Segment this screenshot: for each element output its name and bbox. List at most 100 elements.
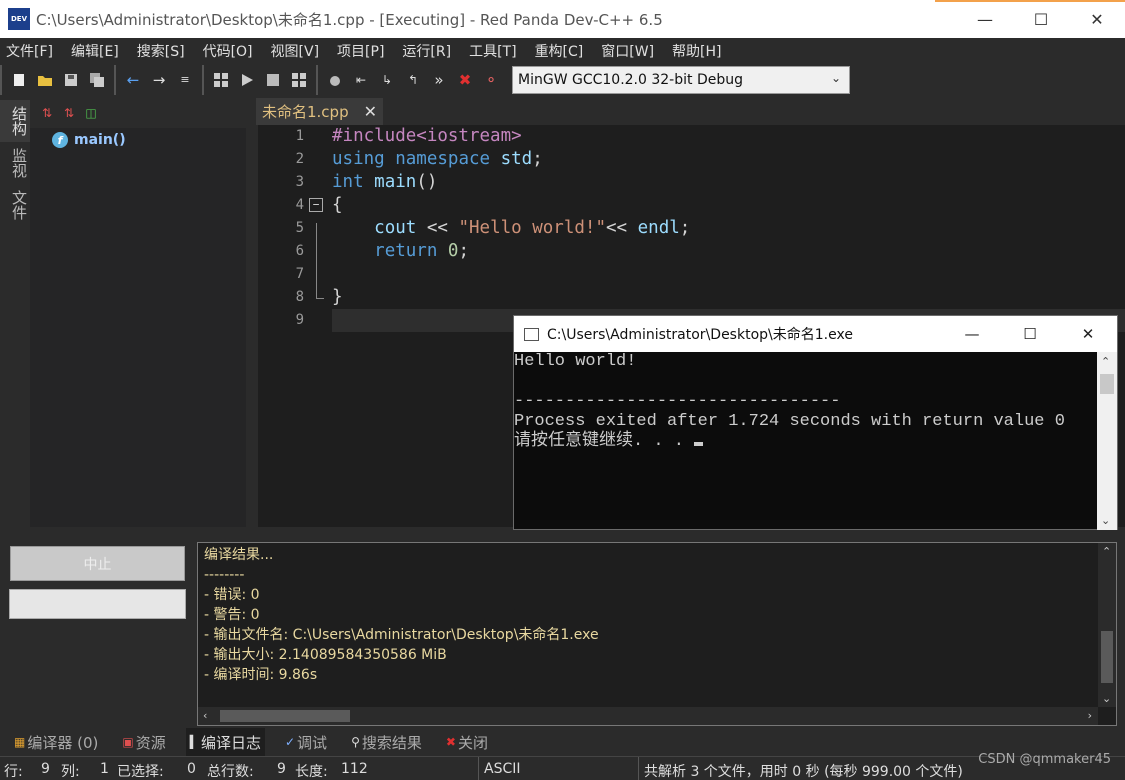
menu-view[interactable]: 视图[V] (271, 41, 320, 61)
status-total-label: 总行数: (207, 764, 254, 780)
status-col-label: 列: (61, 764, 80, 780)
tab-structure[interactable]: 结构 (0, 100, 30, 142)
line-number: 3 (295, 174, 304, 190)
menu-project[interactable]: 项目[P] (337, 41, 384, 61)
console-window[interactable]: C:\Users\Administrator\Desktop\未命名1.exe … (513, 315, 1118, 530)
debug-bug-icon[interactable] (322, 67, 348, 93)
line-number: 6 (295, 243, 304, 259)
tab-watch[interactable]: 监视 (0, 142, 30, 184)
status-encoding[interactable]: ASCII (484, 761, 521, 777)
log-line: - 错误: 0 (204, 587, 260, 603)
log-vertical-scrollbar[interactable]: ⌃ ⌄ (1098, 543, 1116, 707)
save-all-icon[interactable] (84, 67, 110, 93)
stop-icon[interactable] (260, 67, 286, 93)
scroll-down-icon[interactable]: ⌄ (1102, 692, 1111, 705)
structure-item-main[interactable]: f main() (52, 132, 246, 148)
continue-icon[interactable]: » (426, 67, 452, 93)
stop-debug-icon[interactable]: ✖ (452, 67, 478, 93)
add-watch-icon[interactable]: ⚬ (478, 67, 504, 93)
console-maximize-button[interactable]: ☐ (1001, 316, 1059, 352)
abort-button[interactable]: 中止 (10, 546, 185, 581)
app-icon: DEV (8, 8, 30, 30)
tab-compiler[interactable]: ▦ 编译器 (0) (10, 728, 102, 756)
console-scrollbar[interactable]: ⌃ ⌄ (1097, 352, 1117, 530)
scroll-up-icon[interactable]: ⌃ (1101, 355, 1110, 368)
step-out-icon[interactable]: ↰ (400, 67, 426, 93)
fold-toggle-icon[interactable]: − (309, 198, 323, 212)
tab-resources-label: 资源 (135, 733, 166, 752)
console-title-bar: C:\Users\Administrator\Desktop\未命名1.exe … (514, 316, 1117, 352)
compile-icon[interactable] (208, 67, 234, 93)
tab-debug-label: 调试 (297, 733, 328, 752)
menu-edit[interactable]: 编辑[E] (71, 41, 119, 61)
compiler-select[interactable]: MinGW GCC10.2.0 32-bit Debug ⌄ (512, 65, 850, 94)
menu-help[interactable]: 帮助[H] (672, 41, 721, 61)
grid-icon: ▦ (14, 735, 26, 749)
compile-log[interactable]: 编译结果... -------- - 错误: 0 - 警告: 0 - 输出文件名… (197, 542, 1117, 726)
function-icon: f (52, 132, 68, 148)
menu-search[interactable]: 搜索[S] (137, 41, 185, 61)
scroll-down-icon[interactable]: ⌄ (1101, 514, 1110, 527)
console-minimize-button[interactable]: — (943, 316, 1001, 352)
code-line: 5 cout << "Hello world!"<< endl; (258, 217, 1125, 240)
scroll-left-icon[interactable]: ‹ (203, 709, 207, 722)
scroll-right-icon[interactable]: › (1088, 709, 1092, 722)
step-over-icon[interactable]: ⇤ (348, 67, 374, 93)
menu-tools[interactable]: 工具[T] (469, 41, 516, 61)
menu-refactor[interactable]: 重构[C] (535, 41, 584, 61)
editor-tab-bar: 未命名1.cpp ✕ (256, 98, 1125, 125)
toolbar-nav-group: ← → ≡ (114, 64, 200, 95)
step-into-icon[interactable]: ↳ (374, 67, 400, 93)
new-file-icon[interactable] (6, 67, 32, 93)
structure-panel: ⇅ ⇅ ◫ f main() (30, 98, 246, 527)
tab-compile-log[interactable]: ▍ 编译日志 (185, 728, 265, 756)
forward-arrow-icon[interactable]: → (146, 67, 172, 93)
log-horizontal-scrollbar[interactable]: ‹ › (198, 707, 1098, 725)
close-icon[interactable]: ✕ (364, 102, 377, 121)
scroll-thumb[interactable] (1101, 631, 1113, 683)
bar-chart-icon: ▍ (189, 735, 199, 749)
console-close-button[interactable]: ✕ (1059, 316, 1117, 352)
tree-icon[interactable]: ◫ (80, 100, 102, 126)
menu-file[interactable]: 文件[F] (6, 41, 53, 61)
editor-tab[interactable]: 未命名1.cpp ✕ (256, 98, 383, 125)
sort-alpha-icon[interactable]: ⇅ (58, 100, 80, 126)
window-title: C:\Users\Administrator\Desktop\未命名1.cpp … (36, 10, 663, 29)
scroll-thumb[interactable] (1100, 374, 1114, 394)
status-col-value: 1 (100, 761, 109, 777)
toolbar-run-group (202, 64, 314, 95)
editor-tab-label: 未命名1.cpp (262, 103, 349, 121)
console-line: -------------------------------- (514, 392, 841, 411)
compile-progress-bar (9, 589, 186, 619)
scroll-thumb[interactable] (220, 710, 350, 722)
status-selected-label: 已选择: (117, 764, 164, 780)
tab-close[interactable]: ✖ 关闭 (442, 728, 492, 756)
console-title: C:\Users\Administrator\Desktop\未命名1.exe (547, 327, 853, 343)
structure-item-label: main() (74, 132, 126, 148)
tab-debug[interactable]: ✓ 调试 (281, 728, 331, 756)
menu-window[interactable]: 窗口[W] (601, 41, 654, 61)
code-line: 3 int main() (258, 171, 1125, 194)
close-button[interactable]: ✕ (1069, 0, 1125, 38)
menu-code[interactable]: 代码[O] (203, 41, 253, 61)
structure-tree: f main() (30, 128, 246, 527)
status-length-value: 112 (341, 761, 368, 777)
tab-resources[interactable]: ▣ 资源 (118, 728, 169, 756)
tab-search-results[interactable]: ⚲ 搜索结果 (347, 728, 426, 756)
status-row-value: 9 (41, 761, 50, 777)
save-icon[interactable] (58, 67, 84, 93)
menu-run[interactable]: 运行[R] (402, 41, 451, 61)
tab-search-results-label: 搜索结果 (361, 733, 422, 752)
compile-run-icon[interactable] (286, 67, 312, 93)
back-arrow-icon[interactable]: ← (120, 67, 146, 93)
scroll-up-icon[interactable]: ⌃ (1102, 545, 1111, 558)
open-folder-icon[interactable] (32, 67, 58, 93)
sort-by-type-icon[interactable]: ⇅ (36, 100, 58, 126)
run-icon[interactable] (234, 67, 260, 93)
minimize-button[interactable]: — (957, 0, 1013, 38)
format-code-icon[interactable]: ≡ (172, 67, 198, 93)
tab-files[interactable]: 文件 (0, 184, 30, 226)
console-app-icon (524, 327, 539, 341)
maximize-button[interactable]: ☐ (1013, 0, 1069, 38)
line-number: 1 (295, 128, 304, 144)
